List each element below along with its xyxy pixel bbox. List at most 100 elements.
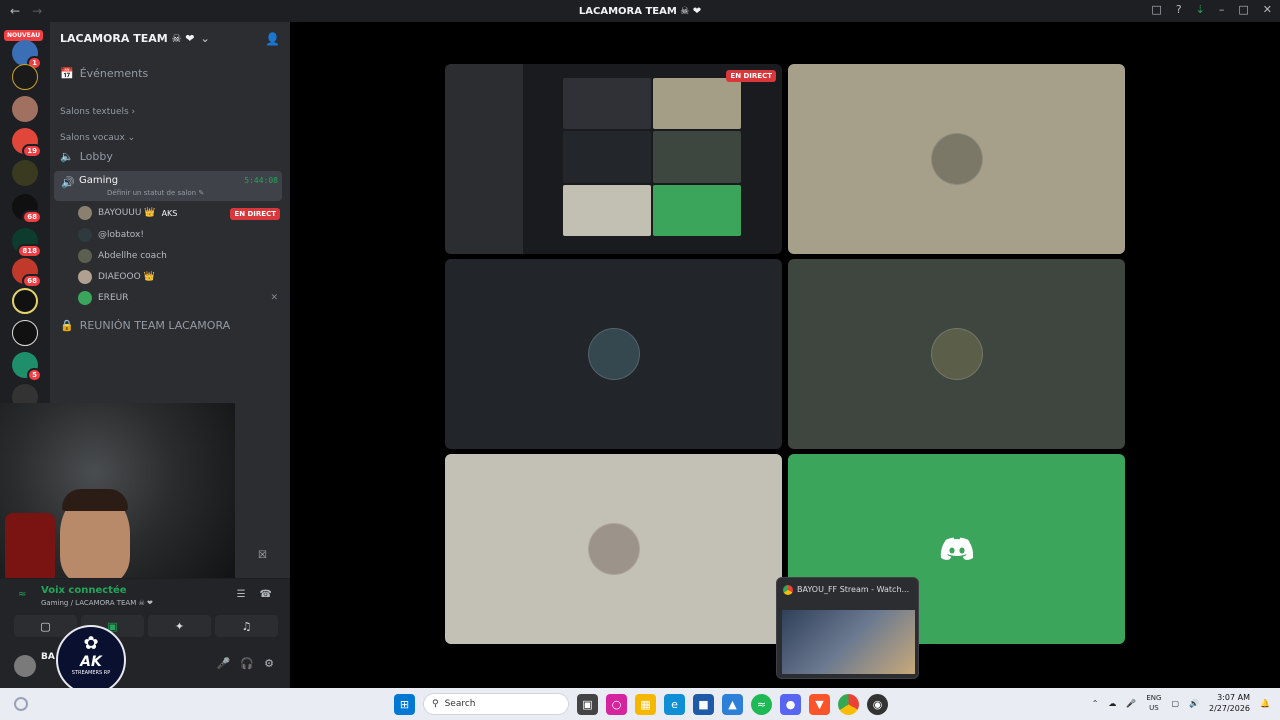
volume-icon[interactable]: 🔊 [1189, 699, 1199, 708]
avatar [78, 270, 92, 284]
preview-thumbnail [782, 610, 915, 674]
live-badge: EN DIRECT [230, 208, 280, 220]
signal-icon[interactable]: ≈ [18, 589, 26, 600]
server-icon[interactable]: 1 [12, 40, 42, 70]
user-name: BA [41, 652, 55, 662]
file-explorer-icon[interactable]: ▦ [635, 693, 656, 715]
call-timer: 5:44:08 [244, 176, 278, 185]
voice-user[interactable]: DIAEOOO 👑 [78, 270, 155, 284]
stream-preview [445, 64, 782, 254]
start-icon[interactable]: ⊞ [394, 693, 415, 715]
participant-tile[interactable] [788, 259, 1125, 449]
user-name: BAYOUUU 👑 [98, 208, 156, 218]
stream-tile[interactable]: EN DIRECT [445, 64, 782, 254]
brave-icon[interactable]: ▼ [809, 693, 830, 715]
chrome-icon [783, 585, 793, 595]
avatar[interactable] [14, 655, 36, 677]
microphone-icon[interactable]: 🎤 [217, 657, 231, 670]
taskbar-search[interactable]: ⚲ Search [423, 693, 569, 715]
soundboard-button[interactable]: ♫ [215, 615, 278, 637]
text-channels-category[interactable]: Salons textuels › [60, 107, 135, 117]
widgets-icon[interactable] [14, 697, 28, 711]
notification-bell-icon[interactable]: 🔔 [1260, 699, 1270, 708]
taskbar-preview[interactable]: BAYOU_FF Stream - Watch... [776, 577, 919, 679]
download-icon[interactable]: ⇣ [1196, 3, 1205, 16]
noise-suppression-icon[interactable]: ☰ [237, 589, 246, 600]
voice-channels-category[interactable]: Salons vocaux ⌄ [60, 133, 135, 143]
help-icon[interactable]: ? [1176, 3, 1182, 16]
obs-icon[interactable]: ◉ [867, 693, 888, 715]
back-arrow-icon[interactable]: ← [10, 4, 20, 18]
forward-arrow-icon[interactable]: → [32, 4, 42, 18]
server-icon[interactable]: 68 [12, 258, 42, 288]
system-tray: ⌃ ☁ 🎤 ENG US ▢ 🔊 3:07 AM 2/27/2026 🔔 [1092, 692, 1270, 714]
close-button[interactable]: ✕ [1263, 3, 1272, 16]
guild-header[interactable]: LACAMORA TEAM ☠ ❤ ⌄ 👤 [50, 22, 290, 54]
server-icon[interactable]: 818 [12, 228, 42, 258]
clock-time: 3:07 AM [1217, 693, 1251, 702]
maximize-button[interactable]: □ [1238, 3, 1248, 16]
server-icon[interactable] [12, 64, 38, 90]
instagram-icon[interactable]: ○ [606, 693, 627, 715]
mention-badge: 19 [22, 144, 42, 158]
participant-tile[interactable] [445, 259, 782, 449]
activities-button[interactable]: ✦ [148, 615, 211, 637]
preview-title: BAYOU_FF Stream - Watch... [797, 585, 910, 594]
network-icon[interactable]: ☁ [1108, 699, 1116, 708]
voice-user[interactable]: EREUR [78, 291, 128, 305]
avatar [78, 206, 92, 220]
server-icon[interactable] [12, 288, 38, 314]
minimize-button[interactable]: – [1219, 3, 1225, 16]
clock-date: 2/27/2026 [1209, 704, 1251, 713]
events-link[interactable]: 📅 Événements [60, 67, 148, 80]
store-icon[interactable]: ■ [693, 693, 714, 715]
logo-main: AK [80, 654, 102, 670]
server-icon[interactable] [12, 160, 38, 186]
disconnect-icon[interactable]: ☎ [260, 589, 272, 600]
title-bar: ← → LACAMORA TEAM ☠ ❤ □ ? ⇣ – □ ✕ [0, 0, 1280, 22]
channel-gaming[interactable]: 🔊 Gaming Définir un statut de salon ✎ 5:… [54, 171, 282, 201]
chrome-taskbar-icon[interactable] [838, 693, 859, 715]
server-icon[interactable] [12, 96, 38, 122]
add-user-icon[interactable]: 👤 [265, 32, 280, 46]
inbox-icon[interactable]: □ [1151, 3, 1161, 16]
voice-user[interactable]: @lobatox! [78, 228, 144, 242]
speaker-icon: 🔈 [60, 150, 74, 163]
avatar [587, 328, 640, 380]
voice-user[interactable]: Abdellhe coach [78, 249, 167, 263]
events-label: Événements [79, 67, 149, 80]
mic-tray-icon[interactable]: 🎤 [1126, 699, 1136, 708]
app-icon[interactable]: ▲ [722, 693, 743, 715]
channel-status[interactable]: Définir un statut de salon ✎ [107, 189, 204, 197]
server-icon[interactable]: 19 [12, 128, 42, 158]
language-indicator[interactable]: ENG US [1146, 693, 1161, 713]
server-icon[interactable]: 68 [12, 194, 42, 224]
user-area: BA 🎤 🎧 ⚙ [0, 647, 290, 687]
discord-taskbar-icon[interactable]: ● [780, 693, 801, 715]
close-overlay-icon[interactable]: ☒ [258, 550, 267, 561]
participant-tile[interactable] [788, 64, 1125, 254]
channel-lobby[interactable]: 🔈 Lobby [60, 150, 113, 163]
search-icon: ⚲ [432, 699, 439, 709]
display-icon[interactable]: ▢ [1171, 699, 1179, 708]
voice-location[interactable]: Gaming / LACAMORA TEAM ☠ ❤ [41, 599, 153, 607]
spotify-icon[interactable]: ≈ [751, 693, 772, 715]
headphones-icon[interactable]: 🎧 [240, 657, 254, 670]
channel-label: REUNIÓN TEAM LACAMORA [79, 319, 231, 332]
phoenix-icon: ✿ [83, 633, 99, 654]
region-code: US [1149, 704, 1159, 712]
chevron-up-icon[interactable]: ⌃ [1092, 699, 1099, 708]
speaker-icon: 🔊 [61, 176, 75, 189]
edge-icon[interactable]: e [664, 693, 685, 715]
channel-label: Lobby [79, 150, 113, 163]
task-view-icon[interactable]: ▣ [577, 693, 598, 715]
server-icon[interactable] [12, 320, 38, 346]
webcam-overlay [0, 403, 235, 578]
user-name: DIAEOOO 👑 [98, 272, 155, 282]
participant-tile[interactable] [445, 454, 782, 644]
clock[interactable]: 3:07 AM 2/27/2026 [1209, 692, 1250, 714]
channel-locked[interactable]: 🔒 REUNIÓN TEAM LACAMORA [60, 319, 230, 332]
gear-icon[interactable]: ⚙ [264, 657, 274, 670]
server-icon[interactable]: 5 [12, 352, 42, 382]
discord-icon [940, 537, 973, 560]
